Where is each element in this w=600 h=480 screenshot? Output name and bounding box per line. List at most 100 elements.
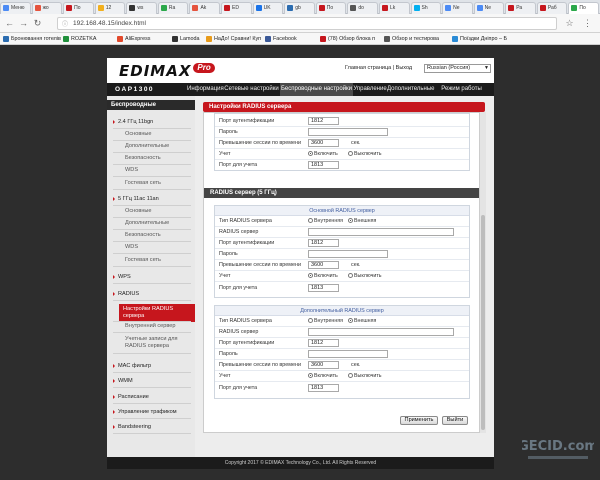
language-select[interactable]: Russian (Россия) ▼	[424, 64, 491, 73]
secondary-internal-radio[interactable]: Внутренняя	[308, 318, 343, 324]
nav-item[interactable]: Информация	[187, 83, 224, 96]
browser-tab[interactable]: жо	[31, 2, 63, 14]
sidebar-item-active[interactable]: Настройки RADIUS сервера	[119, 304, 195, 322]
browser-tab[interactable]: ED	[221, 2, 252, 14]
primary-password-input[interactable]	[308, 250, 388, 258]
secondary-acct-disable-radio[interactable]: Выключить	[348, 373, 382, 379]
primary-accounting-label: Учет	[219, 273, 231, 279]
secondary-acct-enable-radio[interactable]: Включить	[308, 373, 338, 379]
session-timeout-input[interactable]: 3600	[308, 139, 339, 147]
nav-item[interactable]: Беспроводные настройки	[280, 83, 353, 96]
secondary-session-input[interactable]: 3600	[308, 361, 339, 369]
sidebar-group-item[interactable]: Bandsteering	[113, 423, 193, 432]
acct-port-input[interactable]: 1813	[308, 161, 339, 169]
sidebar-group-item[interactable]: Управление трафиком	[113, 408, 193, 417]
secondary-session-row: Превышение сессии по времени 3600 сек.	[215, 360, 469, 371]
sidebar-group-item[interactable]: WPS	[113, 273, 193, 282]
sidebar-group-item[interactable]: 2.4 ГГц 11bgn	[113, 118, 193, 127]
browser-tab[interactable]: По	[568, 2, 599, 14]
sidebar-sub-item[interactable]: Учетные записи для RADIUS сервера	[125, 336, 189, 350]
browser-tab[interactable]: Sh	[410, 2, 442, 14]
accounting-enable-radio[interactable]: Включить	[308, 151, 338, 157]
primary-internal-radio[interactable]: Внутренняя	[308, 218, 343, 224]
primary-external-radio[interactable]: Внешняя	[348, 218, 376, 224]
sidebar-sub-item[interactable]: Дополнительные	[125, 142, 205, 151]
sidebar-sub-item[interactable]: Основные	[125, 207, 205, 216]
bookmark-item[interactable]: Обзор и тестирова	[384, 34, 439, 44]
browser-tab[interactable]: Ne	[442, 2, 473, 14]
password-input[interactable]	[308, 128, 388, 136]
tab-favicon-icon	[571, 5, 578, 11]
sidebar-group-item[interactable]: RADIUS	[113, 290, 193, 299]
browser-tab[interactable]: Ra	[157, 2, 189, 14]
nav-item[interactable]: Управление	[353, 83, 387, 96]
reload-icon[interactable]: ↻	[32, 18, 43, 29]
star-icon[interactable]: ☆	[564, 18, 575, 29]
menu-icon[interactable]: ⋮	[582, 18, 593, 29]
back-icon[interactable]: ←	[4, 18, 15, 29]
sidebar-group-item[interactable]: WMM	[113, 377, 193, 386]
browser-tab[interactable]: do	[347, 2, 378, 14]
browser-tab[interactable]: Меню	[0, 2, 31, 14]
sidebar-group-item[interactable]: MAC фильтр	[113, 362, 193, 371]
browser-tab[interactable]: ws	[126, 2, 157, 14]
secondary-password-input[interactable]	[308, 350, 388, 358]
browser-tab[interactable]: UK	[252, 2, 284, 14]
accounting-disable-radio[interactable]: Выключить	[348, 151, 382, 157]
acct-port-row: Порт для учета 1813	[215, 160, 469, 171]
browser-tab[interactable]: Ра	[505, 2, 536, 14]
bookmark-item[interactable]: Бронювання готелів	[3, 34, 61, 44]
bookmark-item[interactable]: Facebook	[265, 34, 297, 44]
browser-tab[interactable]: 12	[94, 2, 126, 14]
panel-scrollbar[interactable]	[480, 112, 486, 433]
browser-tab[interactable]: gb	[284, 2, 315, 14]
bookmark-item[interactable]: НаДо! Сравни! Куп	[206, 34, 261, 44]
nav-item[interactable]: Режим работы	[433, 83, 490, 96]
sidebar-sub-item[interactable]: WDS	[125, 166, 205, 175]
primary-auth-port-input[interactable]: 1812	[308, 239, 339, 247]
sidebar-group-item[interactable]: Расписание	[113, 393, 193, 402]
browser-tab[interactable]: По	[63, 2, 94, 14]
nav-item[interactable]: Дополнительные	[387, 83, 435, 96]
secondary-acct-port-input[interactable]: 1813	[308, 384, 339, 392]
browser-tab[interactable]: Ne	[473, 2, 505, 14]
logout-link[interactable]: Выход	[396, 65, 412, 71]
home-link[interactable]: Главная страница	[345, 65, 391, 71]
scrollbar-thumb[interactable]	[481, 215, 485, 430]
bookmark-item[interactable]: (78) Обзор блока п	[320, 34, 375, 44]
sidebar-group-item[interactable]: 5 ГГц 11ac 11an	[113, 195, 193, 204]
bookmark-item[interactable]: Поїздки Дніпро – Б	[452, 34, 507, 44]
primary-acct-port-input[interactable]: 1813	[308, 284, 339, 292]
bookmark-item[interactable]: ROZETKA	[63, 34, 96, 44]
primary-acct-enable-radio[interactable]: Включить	[308, 273, 338, 279]
info-icon[interactable]: ⓘ	[62, 20, 68, 31]
cancel-button[interactable]: Выйти	[442, 416, 468, 425]
sidebar-sub-item[interactable]: WDS	[125, 243, 205, 252]
primary-server-input[interactable]	[308, 228, 454, 236]
forward-icon[interactable]: →	[18, 18, 29, 29]
browser-tab[interactable]: Раб	[536, 2, 568, 14]
sidebar-sub-item[interactable]: Дополнительные	[125, 219, 205, 228]
sidebar-sub-item[interactable]: Гостевая сеть	[125, 256, 205, 265]
primary-session-input[interactable]: 3600	[308, 261, 339, 269]
sidebar-sub-item[interactable]: Безопасность	[125, 154, 205, 163]
secondary-server-input[interactable]	[308, 328, 454, 336]
address-bar[interactable]: ⓘ 192.168.48.15/index.html	[57, 17, 557, 30]
radio-off-icon	[308, 218, 313, 223]
primary-acct-disable-radio[interactable]: Выключить	[348, 273, 382, 279]
nav-item[interactable]: Сетевые настройки	[223, 83, 280, 96]
browser-tab[interactable]: Lk	[378, 2, 410, 14]
browser-tab[interactable]: По	[315, 2, 347, 14]
bookmark-item[interactable]: Lamoda	[172, 34, 199, 44]
secondary-auth-port-input[interactable]: 1812	[308, 339, 339, 347]
sidebar-sub-item[interactable]: Основные	[125, 130, 205, 139]
auth-port-input[interactable]: 1812	[308, 117, 339, 125]
sidebar-sub-item[interactable]: Внутренний сервер	[125, 322, 205, 331]
browser-tab[interactable]: Ak	[189, 2, 221, 14]
bookmark-item[interactable]: AliExpress	[117, 34, 150, 44]
bookmark-label: Бронювання готелів	[11, 36, 61, 42]
apply-button[interactable]: Применить	[400, 416, 438, 425]
sidebar-sub-item[interactable]: Безопасность	[125, 231, 205, 240]
secondary-external-radio[interactable]: Внешняя	[348, 318, 376, 324]
sidebar-sub-item[interactable]: Гостевая сеть	[125, 179, 205, 188]
